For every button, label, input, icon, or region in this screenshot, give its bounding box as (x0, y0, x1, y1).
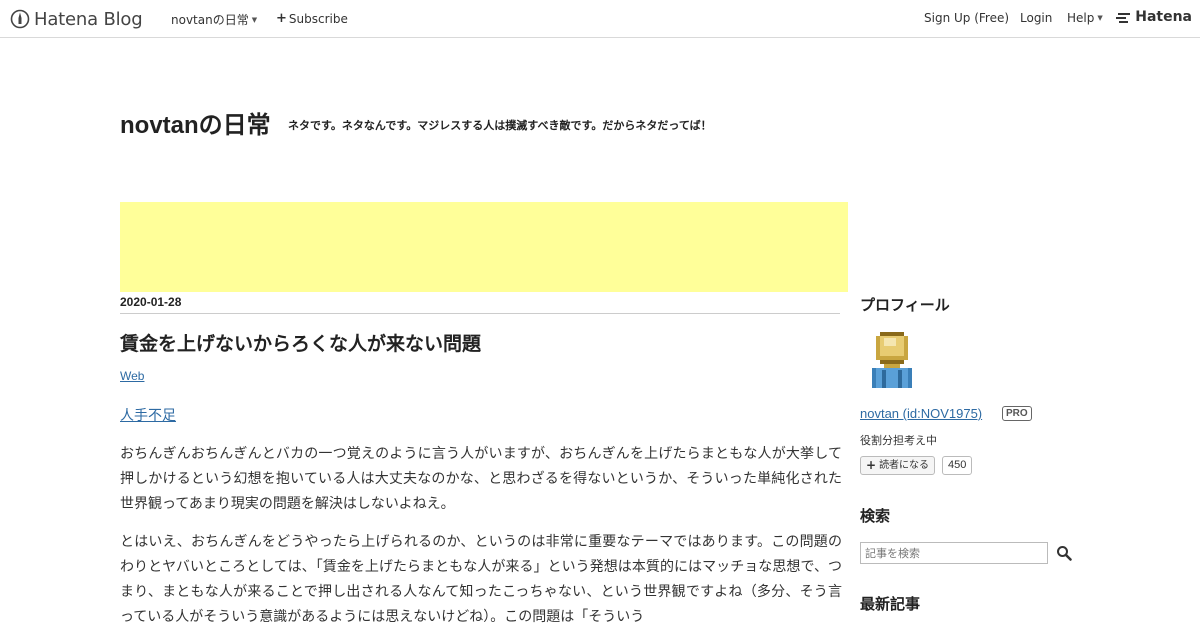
help-menu[interactable]: Help ▼ (1067, 11, 1103, 25)
entry-paragraph: とはいえ、おちんぎんをどうやったら上げられるのか、というのは非常に重要なテーマで… (120, 534, 842, 625)
subscribe-button-label: 読者になる (879, 460, 930, 471)
plus-icon: + (866, 458, 877, 472)
blog-description: ネタです。ネタなんです。マジレスする人は撲滅すべき敵です。だからネタだってば！ (288, 119, 712, 132)
entry-category-link[interactable]: Web (120, 369, 144, 383)
entry-body: おちんぎんおちんぎんとバカの一つ覚えのように言う人がいますが、おちんぎんを上げた… (120, 442, 842, 630)
caret-down-icon: ▼ (1097, 14, 1103, 22)
login-link[interactable]: Login (1020, 11, 1052, 25)
blog-title[interactable]: novtanの日常 (120, 105, 271, 140)
blog-menu[interactable]: novtanの日常 ▼ (171, 11, 257, 28)
hatena-blog-logo[interactable]: Hatena Blog (10, 7, 143, 31)
profile-name-link[interactable]: novtan (id:NOV1975) (860, 406, 982, 421)
logo-text: Hatena Blog (34, 8, 143, 30)
hatena-speed-icon (1116, 13, 1131, 23)
recent-entries-heading: 最新記事 (860, 595, 921, 613)
plus-icon: + (276, 11, 287, 26)
search-input[interactable] (860, 542, 1048, 564)
keyword-link[interactable]: 人手不足 (120, 405, 176, 425)
subscribe-link[interactable]: + Subscribe (276, 11, 348, 26)
subscriber-count[interactable]: 450 (942, 456, 973, 475)
hatena-logo[interactable]: Hatena (1116, 9, 1192, 25)
profile-description: 役割分担考え中 (860, 434, 937, 447)
signup-link[interactable]: Sign Up (Free) (924, 11, 1009, 25)
entry-date[interactable]: 2020-01-28 (120, 295, 840, 314)
entry-title[interactable]: 賃金を上げないからろくな人が来ない問題 (120, 329, 481, 356)
hatena-blog-logo-icon (10, 9, 30, 29)
caret-down-icon: ▼ (251, 15, 258, 24)
subscribe-button[interactable]: + 読者になる (860, 456, 936, 475)
profile-heading: プロフィール (860, 296, 950, 314)
avatar[interactable] (868, 330, 916, 390)
hatena-logo-text: Hatena (1135, 9, 1192, 25)
search-heading: 検索 (860, 507, 891, 525)
help-label: Help (1067, 11, 1095, 25)
entry-paragraph: おちんぎんおちんぎんとバカの一つ覚えのように言う人がいますが、おちんぎんを上げた… (120, 446, 843, 512)
ad-banner[interactable] (120, 202, 848, 292)
blog-menu-label: novtanの日常 (171, 13, 249, 27)
search-icon[interactable] (1056, 545, 1072, 561)
subscribe-label: Subscribe (288, 11, 348, 26)
login-label: Login (1020, 11, 1053, 25)
global-header: Hatena Blog novtanの日常 ▼ + Subscribe Sign… (0, 0, 1200, 38)
signup-label: Sign Up (Free) (924, 11, 1010, 25)
pro-badge: PRO (1002, 406, 1032, 421)
